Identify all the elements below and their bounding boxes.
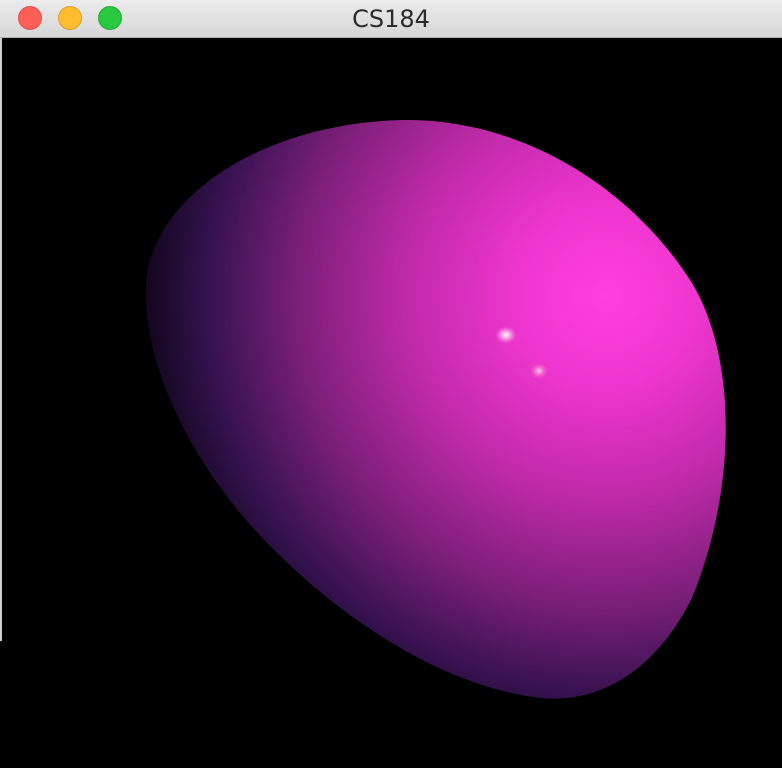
render-canvas	[145, 119, 726, 699]
sphere-body	[145, 119, 726, 699]
render-viewport[interactable]	[2, 38, 782, 768]
window-title: CS184	[352, 5, 430, 33]
title-bar[interactable]: CS184	[0, 0, 782, 38]
app-window: CS184	[0, 0, 782, 768]
specular-highlight-primary	[495, 326, 517, 344]
specular-highlight-secondary	[530, 363, 548, 379]
